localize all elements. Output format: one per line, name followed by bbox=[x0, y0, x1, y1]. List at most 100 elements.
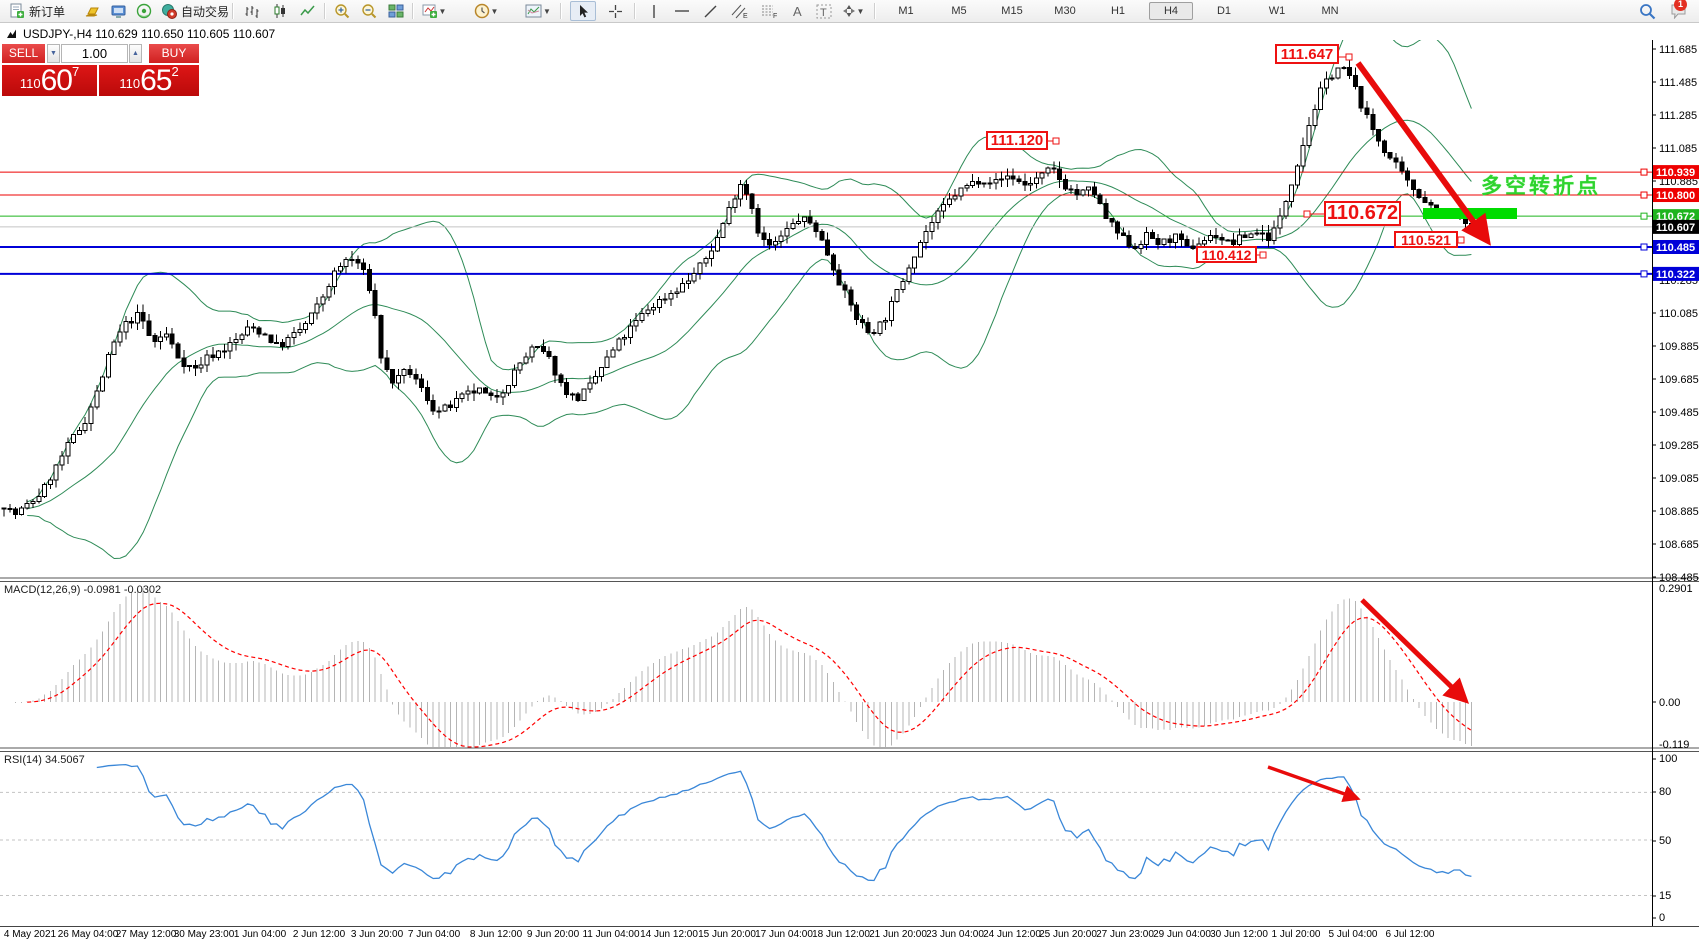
sell-button[interactable]: SELL bbox=[2, 44, 45, 63]
bar-chart-type-icon[interactable] bbox=[240, 1, 264, 21]
equidistant-channel-tool[interactable]: E bbox=[726, 1, 752, 21]
svg-text:E: E bbox=[743, 13, 748, 19]
buy-price[interactable]: 110652 bbox=[99, 65, 199, 96]
candles bbox=[2, 55, 1473, 519]
time-label: 27 May 12:00 bbox=[116, 929, 177, 940]
timeframe-MN[interactable]: MN bbox=[1308, 2, 1352, 20]
price-chart-surface[interactable]: 111.685111.485111.285111.085110.885110.2… bbox=[0, 0, 1699, 943]
volume-up-button[interactable]: ▲ bbox=[129, 44, 142, 63]
svg-text:0.2901: 0.2901 bbox=[1659, 583, 1693, 595]
timeframe-H4[interactable]: H4 bbox=[1149, 2, 1193, 20]
template-button[interactable]: ▼ bbox=[522, 1, 554, 21]
separator bbox=[634, 3, 636, 19]
auto-trading-label: 自动交易 bbox=[181, 3, 229, 20]
separator bbox=[874, 3, 876, 19]
fibonacci-tool[interactable]: F bbox=[756, 1, 782, 21]
chevron-down-icon: ▼ bbox=[491, 7, 499, 16]
time-label: 14 Jun 12:00 bbox=[640, 929, 698, 940]
sell-price[interactable]: 110607 bbox=[2, 65, 97, 96]
chart-title-text: USDJPY-,H4 110.629 110.650 110.605 110.6… bbox=[23, 27, 275, 41]
volume-down-button[interactable]: ▼ bbox=[47, 44, 60, 63]
timeframe-W1[interactable]: W1 bbox=[1255, 2, 1299, 20]
tile-windows-icon[interactable] bbox=[384, 1, 408, 21]
trend-arrow-2[interactable] bbox=[1362, 600, 1464, 699]
price-callout-110.521[interactable]: 110.521 bbox=[1394, 231, 1458, 248]
price-badge-110.322: 110.322 bbox=[1653, 267, 1699, 281]
time-label: 15 Jun 20:00 bbox=[698, 929, 756, 940]
zoom-in-icon[interactable] bbox=[330, 1, 354, 21]
svg-text:111.285: 111.285 bbox=[1659, 110, 1697, 122]
timeframe-M15[interactable]: M15 bbox=[990, 2, 1034, 20]
auto-trading-button[interactable]: 自动交易 bbox=[158, 1, 232, 21]
svg-text:110.485: 110.485 bbox=[1656, 242, 1695, 254]
price-callout-111.647[interactable]: 111.647 bbox=[1275, 44, 1339, 64]
time-label: 18 Jun 12:00 bbox=[812, 929, 870, 940]
chart-title: USDJPY-,H4 110.629 110.650 110.605 110.6… bbox=[7, 27, 275, 41]
horizontal-line-tool[interactable] bbox=[670, 1, 694, 21]
timeframe-D1[interactable]: D1 bbox=[1202, 2, 1246, 20]
timeframe-M5[interactable]: M5 bbox=[937, 2, 981, 20]
time-label: 11 Jun 04:00 bbox=[582, 929, 640, 940]
price-callout-110.412[interactable]: 110.412 bbox=[1196, 246, 1257, 263]
price-badge-110.607: 110.607 bbox=[1653, 220, 1699, 234]
svg-text:-0.119: -0.119 bbox=[1659, 739, 1689, 751]
svg-text:15: 15 bbox=[1659, 890, 1671, 902]
notifications-button[interactable]: 1 bbox=[1664, 1, 1694, 21]
svg-text:109.685: 109.685 bbox=[1659, 374, 1699, 386]
price-badge-110.939: 110.939 bbox=[1653, 165, 1699, 179]
time-label: 1 Jun 04:00 bbox=[234, 929, 287, 940]
period-button[interactable]: ▼ bbox=[470, 1, 502, 21]
symbol-marker-icon bbox=[7, 29, 18, 39]
search-icon[interactable] bbox=[1634, 1, 1660, 21]
svg-text:109.485: 109.485 bbox=[1659, 407, 1699, 419]
timeframe-M30[interactable]: M30 bbox=[1043, 2, 1087, 20]
trendline-tool[interactable] bbox=[698, 1, 722, 21]
candlestick-chart-type-icon[interactable] bbox=[268, 1, 292, 21]
time-label: 24 Jun 12:00 bbox=[983, 929, 1041, 940]
sell-price-main: 60 bbox=[41, 68, 72, 94]
timeframe-M1[interactable]: M1 bbox=[884, 2, 928, 20]
svg-text:111.685: 111.685 bbox=[1659, 44, 1697, 56]
gold-icon[interactable] bbox=[82, 1, 104, 21]
svg-text:110.322: 110.322 bbox=[1656, 269, 1695, 281]
time-label: 7 Jun 04:00 bbox=[408, 929, 461, 940]
price-callout-110.672[interactable]: 110.672 bbox=[1324, 201, 1401, 226]
new-order-icon bbox=[9, 3, 25, 19]
time-label: 4 May 2021 bbox=[4, 929, 57, 940]
arrows-tool[interactable]: ▼ bbox=[838, 1, 868, 21]
add-indicator-button[interactable]: ▼ bbox=[418, 1, 450, 21]
time-label: 21 Jun 20:00 bbox=[869, 929, 927, 940]
cursor-tool[interactable] bbox=[570, 1, 596, 21]
separator bbox=[412, 3, 414, 19]
terminal-icon[interactable] bbox=[108, 1, 130, 21]
vertical-line-tool[interactable] bbox=[642, 1, 666, 21]
new-order-button[interactable]: 新订单 bbox=[6, 1, 68, 21]
rsi-label: RSI(14) 34.5067 bbox=[4, 754, 85, 766]
svg-text:A: A bbox=[793, 4, 802, 18]
crosshair-tool[interactable] bbox=[602, 1, 628, 21]
main-chart-plot[interactable] bbox=[0, 18, 1652, 559]
svg-text:0: 0 bbox=[1659, 912, 1665, 924]
zoom-out-icon[interactable] bbox=[357, 1, 381, 21]
chevron-down-icon: ▼ bbox=[439, 7, 447, 16]
volume-input[interactable] bbox=[61, 44, 128, 63]
template-icon bbox=[525, 4, 542, 19]
svg-text:110.085: 110.085 bbox=[1659, 308, 1698, 320]
signal-icon[interactable] bbox=[133, 1, 155, 21]
time-label: 8 Jun 12:00 bbox=[470, 929, 523, 940]
text-tool[interactable]: A bbox=[786, 1, 810, 21]
macd-histogram bbox=[16, 588, 1472, 747]
buy-button[interactable]: BUY bbox=[149, 44, 199, 63]
svg-text:F: F bbox=[773, 13, 777, 19]
line-chart-type-icon[interactable] bbox=[296, 1, 320, 21]
label-tool[interactable]: T bbox=[812, 1, 836, 21]
timeframe-H1[interactable]: H1 bbox=[1096, 2, 1140, 20]
time-label: 2 Jun 12:00 bbox=[293, 929, 346, 940]
trend-arrow-3[interactable] bbox=[1268, 767, 1356, 798]
svg-text:108.685: 108.685 bbox=[1659, 539, 1699, 551]
svg-text:108.885: 108.885 bbox=[1659, 506, 1699, 518]
price-callout-111.120[interactable]: 111.120 bbox=[986, 131, 1048, 150]
time-label: 6 Jul 12:00 bbox=[1386, 929, 1435, 940]
clock-icon bbox=[474, 3, 490, 19]
separator bbox=[232, 3, 234, 19]
